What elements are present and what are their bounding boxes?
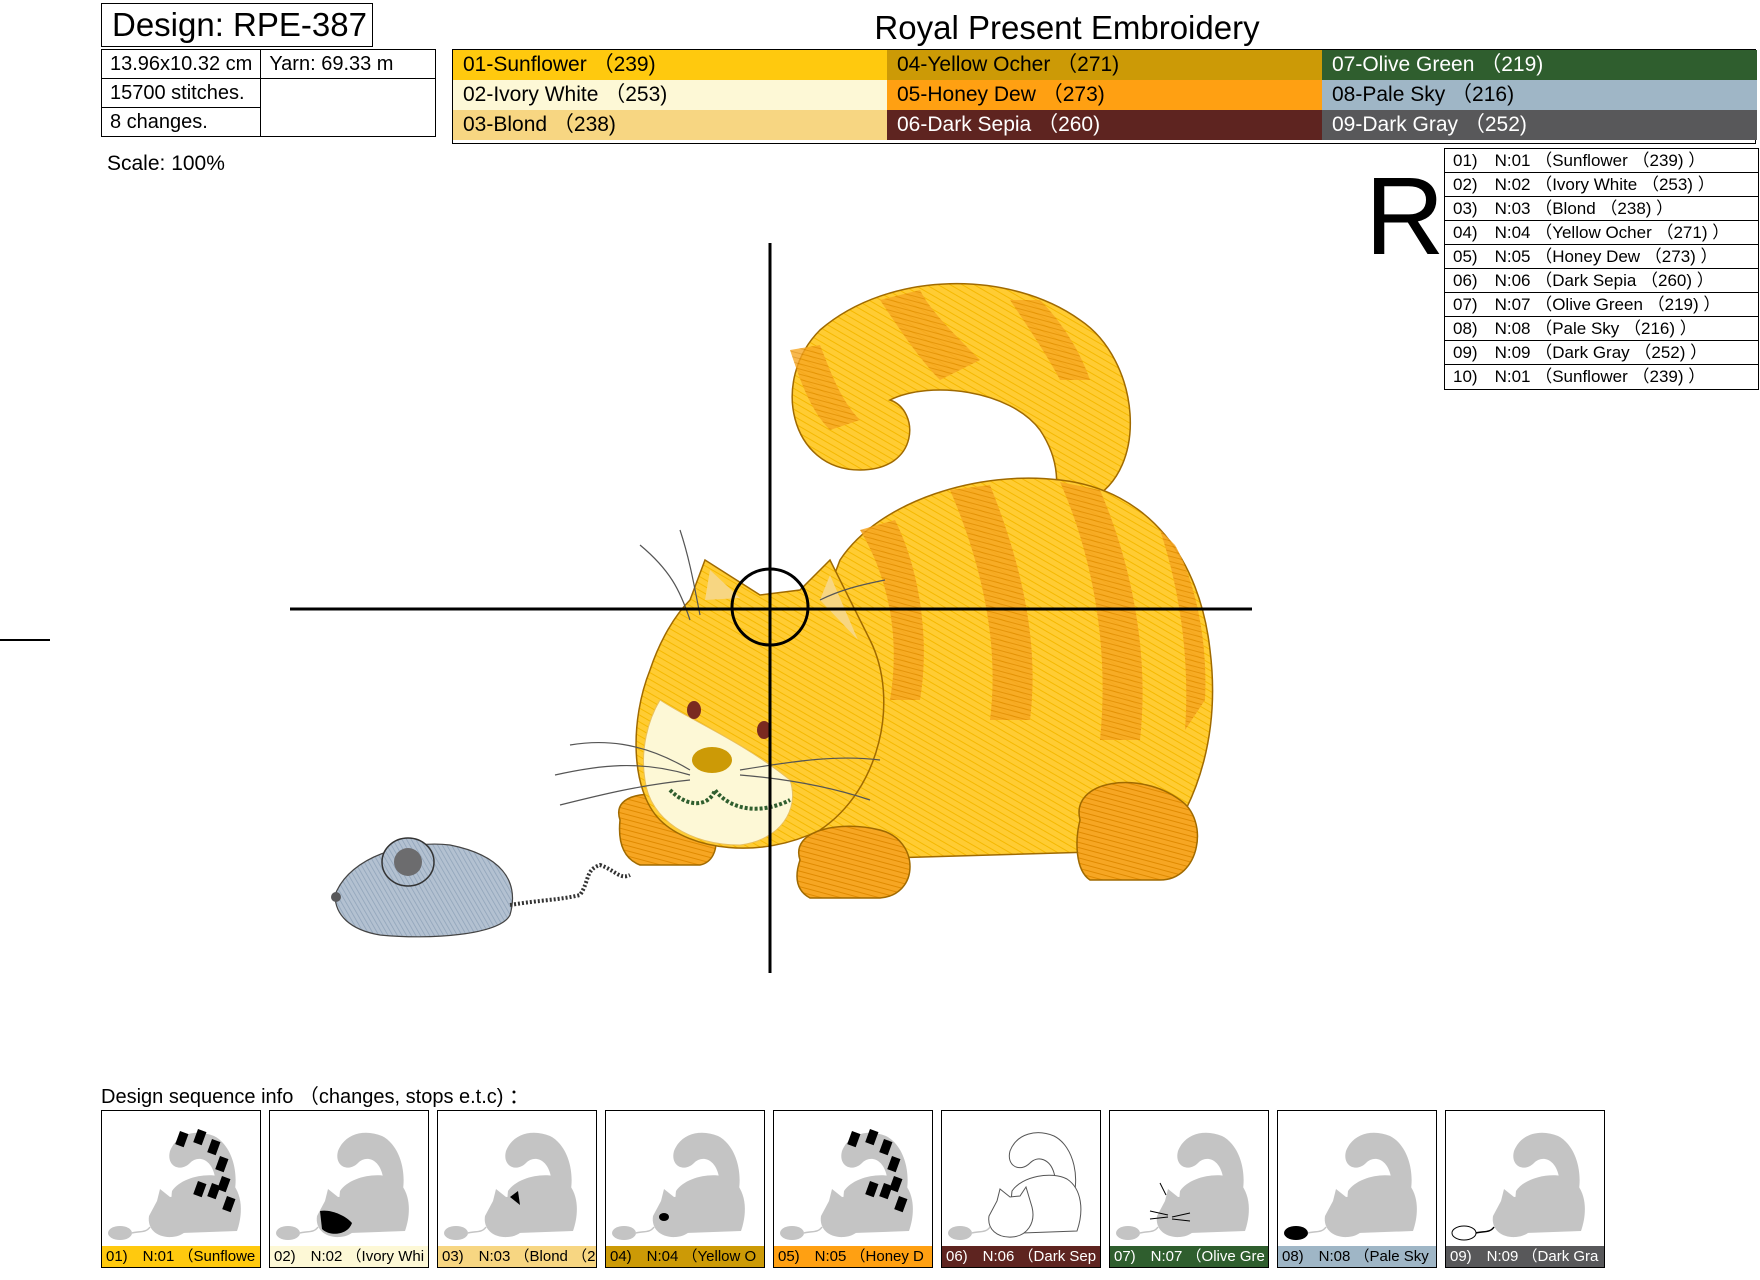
front-paw-right <box>796 825 911 899</box>
sequence-row: 01) N:01 （Sunflower （239) ） <box>1445 149 1758 173</box>
thumb-mouse-tail <box>299 1226 319 1234</box>
thumb-mouse-tail <box>1139 1226 1159 1234</box>
stitch-count: 15700 stitches. <box>100 78 262 108</box>
sequence-row: 02) N:02 （Ivory White （253) ） <box>1445 173 1758 197</box>
sequence-row: 07) N:07 （Olive Green （219) ） <box>1445 293 1758 317</box>
cat-eye-left <box>687 701 701 719</box>
thumb-mouse <box>612 1226 636 1240</box>
thumb-head <box>148 1187 193 1238</box>
sequence-row: 05) N:05 （Honey Dew （273) ） <box>1445 245 1758 269</box>
thumbnail-preview <box>612 1132 745 1240</box>
thumb-head <box>652 1187 697 1238</box>
mouse-tail <box>509 862 631 907</box>
thumb-mouse <box>276 1226 300 1240</box>
thumbnail-label: 06) N:06 （Dark Sep <box>942 1246 1100 1267</box>
cat-tail <box>791 283 1131 512</box>
thumb-mouse-tail <box>131 1226 151 1234</box>
thumb-head <box>484 1187 529 1238</box>
sequence-thumbnail: 02) N:02 （Ivory Whi <box>269 1110 429 1268</box>
palette-swatch: 04-Yellow Ocher （271) <box>887 50 1322 80</box>
sequence-row: 04) N:04 （Yellow Ocher （271) ） <box>1445 221 1758 245</box>
sequence-row: 09) N:09 （Dark Gray （252) ） <box>1445 341 1758 365</box>
palette-swatch: 08-Pale Sky （216) <box>1322 80 1757 110</box>
palette-swatch: 06-Dark Sepia （260) <box>887 110 1322 140</box>
thumbnail-label: 09) N:09 （Dark Gra <box>1446 1246 1604 1267</box>
thumb-mouse-tail <box>635 1226 655 1234</box>
thumb-mouse <box>444 1226 468 1240</box>
sequence-info-title: Design sequence info （changes, stops e.t… <box>101 1086 530 1108</box>
thumb-mouse <box>948 1226 972 1240</box>
palette-swatch: 01-Sunflower （239) <box>453 50 887 80</box>
thumbnail-preview <box>276 1132 409 1240</box>
sequence-thumbnail: 01) N:01 （Sunflowe <box>101 1110 261 1268</box>
scale-label: Scale: 100% <box>107 152 225 175</box>
thumb-mouse-tail <box>467 1226 487 1234</box>
thumb-mouse-tail <box>1307 1226 1327 1234</box>
thumbnail-preview <box>1116 1132 1249 1240</box>
sequence-thumbnail: 05) N:05 （Honey D <box>773 1110 933 1268</box>
thumbnail-preview <box>948 1132 1082 1240</box>
sequence-row: 06) N:06 （Dark Sepia （260) ） <box>1445 269 1758 293</box>
color-change-count: 8 changes. <box>100 107 262 137</box>
brand-title: Royal Present Embroidery <box>874 9 1260 46</box>
thumb-nose-mark <box>659 1213 669 1221</box>
thumb-mouse <box>1284 1226 1308 1240</box>
thread-palette: 01-Sunflower （239) 02-Ivory White （253) 03… <box>452 49 1757 144</box>
sequence-thumbnail: 07) N:07 （Olive Gre <box>1109 1110 1269 1268</box>
palette-swatch: 05-Honey Dew （273) <box>887 80 1322 110</box>
thumb-mouse <box>108 1226 132 1240</box>
sequence-row: 03) N:03 （Blond （238) ） <box>1445 197 1758 221</box>
thumb-head <box>1156 1187 1201 1238</box>
sequence-thumbnail: 06) N:06 （Dark Sep <box>941 1110 1101 1268</box>
thumbnail-preview <box>1451 1132 1585 1241</box>
thumbnail-preview <box>780 1129 913 1240</box>
thumbnail-label: 03) N:03 （Blond （2 <box>438 1246 596 1267</box>
yarn-length: Yarn: 69.33 m <box>260 49 437 79</box>
mouse-nose <box>331 892 341 902</box>
stitch-sequence-list: 01) N:01 （Sunflower （239) ） 02) N:02 （Ivo… <box>1444 148 1759 390</box>
thumbnail-label: 08) N:08 （Pale Sky <box>1278 1246 1436 1267</box>
thumbnail-label: 05) N:05 （Honey D <box>774 1246 932 1267</box>
thumb-head <box>1492 1187 1537 1238</box>
thumb-mouse-tail <box>1475 1226 1495 1234</box>
sequence-thumbnail: 09) N:09 （Dark Gra <box>1445 1110 1605 1268</box>
design-size: 13.96x10.32 cm <box>100 49 262 79</box>
thumbnail-label: 07) N:07 （Olive Gre <box>1110 1246 1268 1267</box>
sequence-thumbnail: 03) N:03 （Blond （2 <box>437 1110 597 1268</box>
thumbnail-preview <box>444 1132 577 1240</box>
thumb-whisker-mark <box>1159 1182 1167 1196</box>
thumbnail-preview <box>1284 1132 1417 1240</box>
thumb-head <box>988 1185 1034 1238</box>
sequence-row: 10) N:01 （Sunflower （239) ） <box>1453 367 1706 386</box>
design-info-table: 13.96x10.32 cm Yarn: 69.33 m 15700 stitc… <box>100 49 437 137</box>
palette-swatch: 02-Ivory White （253) <box>453 80 887 110</box>
embroidery-design-canvas <box>290 243 1252 973</box>
info-empty-cell <box>260 78 437 137</box>
cat-nose <box>692 747 732 773</box>
palette-swatch: 09-Dark Gray （252) <box>1322 110 1757 140</box>
thumb-mouse <box>1451 1225 1477 1241</box>
thumbnail-preview <box>108 1129 241 1240</box>
thumbnail-label: 04) N:04 （Yellow O <box>606 1246 764 1267</box>
palette-swatch: 07-Olive Green （219) <box>1322 50 1757 80</box>
mouse-ear-inner <box>394 848 422 876</box>
thumbnail-label: 01) N:01 （Sunflowe <box>102 1246 260 1267</box>
thumb-mouse <box>1116 1226 1140 1240</box>
sequence-thumbnail: 08) N:08 （Pale Sky <box>1277 1110 1437 1268</box>
palette-swatch: 03-Blond （238) <box>453 110 887 140</box>
thumbnail-label: 02) N:02 （Ivory Whi <box>270 1246 428 1267</box>
thumb-head <box>820 1187 865 1238</box>
thumb-mouse-tail <box>803 1226 823 1234</box>
thumb-head <box>1324 1187 1369 1238</box>
thumb-mouse-tail <box>971 1226 991 1234</box>
sequence-row: 08) N:08 （Pale Sky （216) ） <box>1445 317 1758 341</box>
thumb-mouse <box>780 1226 804 1240</box>
sequence-thumbnail: 04) N:04 （Yellow O <box>605 1110 765 1268</box>
